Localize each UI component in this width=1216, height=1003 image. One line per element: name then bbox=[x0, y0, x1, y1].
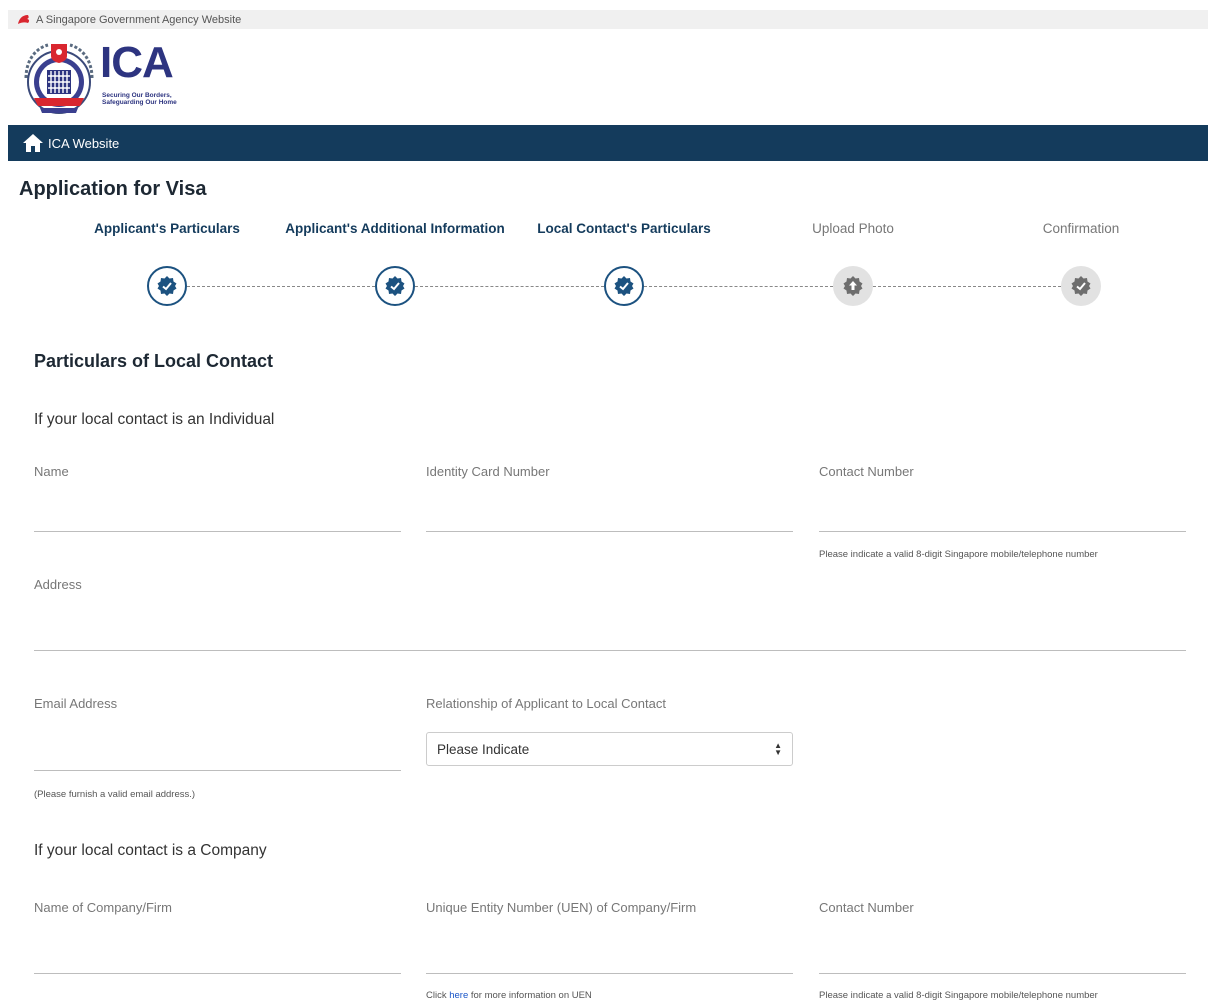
uen-label: Unique Entity Number (UEN) of Company/Fi… bbox=[426, 900, 697, 915]
upload-badge-icon bbox=[843, 276, 863, 296]
uen-info-link[interactable]: here bbox=[449, 990, 468, 1001]
page-title: Application for Visa bbox=[19, 178, 207, 200]
logo-tagline-line-2: Safeguarding Our Home bbox=[102, 99, 177, 106]
step-connector bbox=[187, 286, 375, 287]
step-3-indicator bbox=[604, 266, 644, 306]
ica-logo[interactable]: ICA Securing Our Borders, Safeguarding O… bbox=[20, 34, 200, 120]
contact-number-input[interactable] bbox=[819, 505, 1186, 532]
step-4-indicator bbox=[833, 266, 873, 306]
check-badge-icon bbox=[614, 276, 634, 296]
step-1-indicator bbox=[147, 266, 187, 306]
uen-hint: Click here for more information on UEN bbox=[426, 990, 592, 1001]
identity-card-number-label: Identity Card Number bbox=[426, 464, 550, 479]
individual-contact-heading: If your local contact is an Individual bbox=[34, 411, 275, 428]
check-badge-icon bbox=[385, 276, 405, 296]
step-4-label: Upload Photo bbox=[812, 221, 894, 236]
step-1-label: Applicant's Particulars bbox=[94, 221, 240, 236]
identity-card-number-input[interactable] bbox=[426, 505, 793, 532]
uen-input[interactable] bbox=[426, 947, 793, 974]
ica-website-link[interactable]: ICA Website bbox=[22, 133, 119, 153]
step-connector bbox=[415, 286, 604, 287]
check-badge-icon bbox=[1071, 276, 1091, 296]
company-contact-heading: If your local contact is a Company bbox=[34, 842, 267, 859]
name-input[interactable] bbox=[34, 505, 401, 532]
top-navigation-bar: ICA Website bbox=[8, 125, 1208, 161]
ica-website-label: ICA Website bbox=[48, 135, 120, 151]
singapore-lion-icon bbox=[17, 14, 31, 25]
contact-number-label: Contact Number bbox=[819, 464, 914, 479]
government-banner: A Singapore Government Agency Website bbox=[8, 10, 1208, 29]
step-5-indicator bbox=[1061, 266, 1101, 306]
email-address-label: Email Address bbox=[34, 696, 118, 711]
relationship-label: Relationship of Applicant to Local Conta… bbox=[426, 696, 666, 711]
relationship-selected-value: Please Indicate bbox=[437, 741, 530, 757]
company-contact-number-hint: Please indicate a valid 8-digit Singapor… bbox=[819, 990, 1098, 1001]
company-name-label: Name of Company/Firm bbox=[34, 900, 172, 915]
step-5-label: Confirmation bbox=[1042, 221, 1120, 236]
step-connector bbox=[873, 286, 1061, 287]
address-input[interactable] bbox=[34, 624, 1186, 651]
step-2-indicator bbox=[375, 266, 415, 306]
logo-tagline-line-1: Securing Our Borders, bbox=[102, 92, 172, 99]
company-contact-number-input[interactable] bbox=[819, 947, 1186, 974]
relationship-select[interactable]: Please Indicate ▲ ▼ bbox=[426, 732, 793, 766]
name-label: Name bbox=[34, 464, 69, 479]
uen-hint-prefix: Click bbox=[426, 990, 450, 1001]
section-title: Particulars of Local Contact bbox=[34, 351, 274, 371]
logo-wordmark: ICA bbox=[100, 38, 174, 87]
email-address-input[interactable] bbox=[34, 744, 401, 771]
email-address-hint: (Please furnish a valid email address.) bbox=[34, 789, 196, 800]
select-arrows-icon: ▲ ▼ bbox=[774, 741, 782, 757]
address-label: Address bbox=[34, 577, 82, 592]
step-2-label: Applicant's Additional Information bbox=[285, 221, 505, 236]
check-badge-icon bbox=[157, 276, 177, 296]
contact-number-hint: Please indicate a valid 8-digit Singapor… bbox=[819, 549, 1098, 560]
home-icon bbox=[23, 134, 43, 152]
step-3-label: Local Contact's Particulars bbox=[537, 221, 711, 236]
step-connector bbox=[644, 286, 833, 287]
company-contact-number-label: Contact Number bbox=[819, 900, 914, 915]
uen-hint-suffix: for more information on UEN bbox=[468, 990, 592, 1001]
government-banner-text: A Singapore Government Agency Website bbox=[36, 13, 242, 26]
company-name-input[interactable] bbox=[34, 947, 401, 974]
